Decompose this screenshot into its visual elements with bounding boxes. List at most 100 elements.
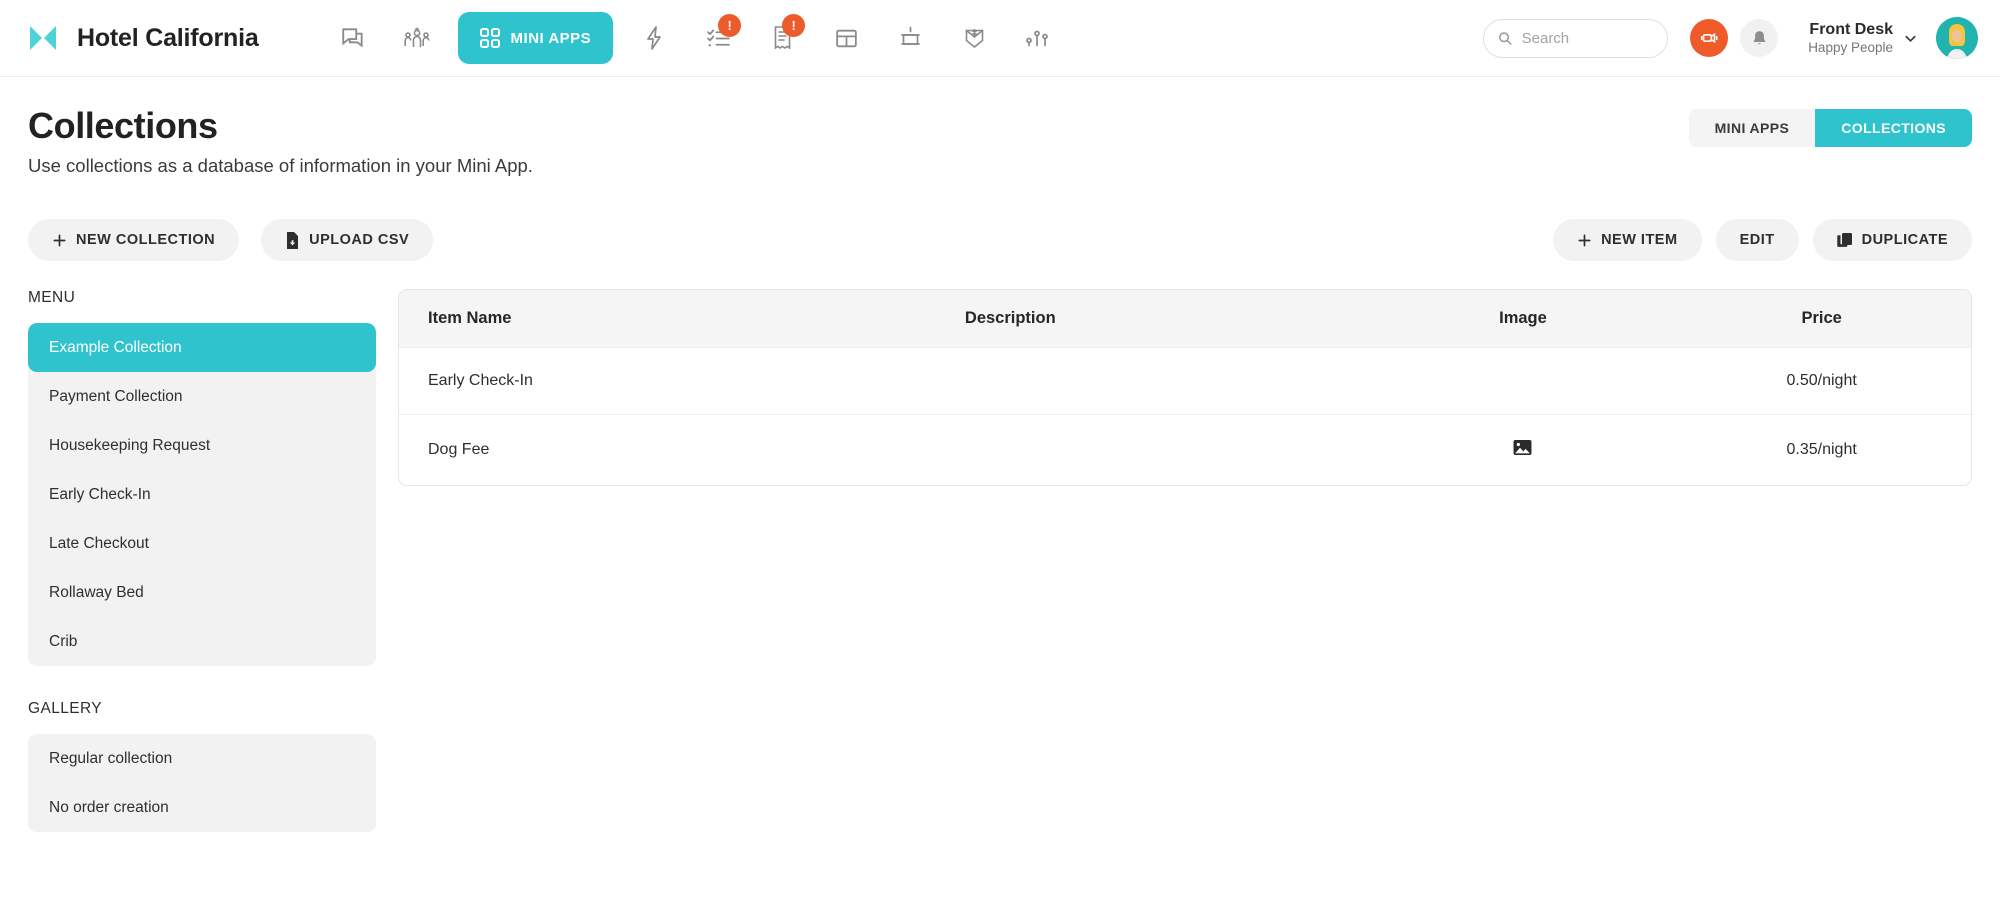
chat-icon [341, 28, 363, 48]
cell-item-name: Dog Fee [399, 414, 965, 486]
announcement-button[interactable] [1690, 19, 1729, 57]
mini-apps-label: MINI APPS [510, 29, 592, 47]
sidebar-item-early-check-in[interactable]: Early Check-In [28, 470, 376, 519]
view-toggle: MINI APPS COLLECTIONS [1688, 109, 1972, 147]
invoice-inbox-icon-button[interactable] [942, 12, 1006, 64]
right-action-group: NEW ITEM EDIT DUPLICATE [1553, 219, 1972, 262]
user-org: Happy People [1808, 39, 1893, 55]
bolt-icon-button[interactable] [622, 12, 686, 64]
cell-image [1373, 414, 1673, 486]
plus-icon [1578, 234, 1591, 247]
table-icon-button[interactable] [814, 12, 878, 64]
analytics-icon-button[interactable] [1006, 12, 1070, 64]
plus-icon [53, 234, 66, 247]
menu-collection-list: Example Collection Payment Collection Ho… [28, 323, 376, 667]
search-icon [1499, 31, 1512, 45]
table-icon [835, 29, 857, 47]
sidebar-item-regular-collection[interactable]: Regular collection [28, 734, 376, 783]
checklist-badge: ! [718, 14, 742, 37]
column-header-item-name[interactable]: Item Name [399, 290, 965, 348]
toggle-mini-apps[interactable]: MINI APPS [1689, 109, 1816, 147]
sidebar-item-housekeeping-request[interactable]: Housekeeping Request [28, 421, 376, 470]
cell-image [1373, 347, 1673, 415]
items-table: Item Name Description Image Price Early … [399, 290, 1971, 486]
bolt-icon [647, 26, 662, 50]
column-header-price[interactable]: Price [1672, 290, 1971, 348]
analytics-icon [1026, 30, 1048, 47]
search-box[interactable] [1483, 18, 1669, 58]
duplicate-label: DUPLICATE [1861, 232, 1948, 249]
new-item-label: NEW ITEM [1601, 232, 1678, 249]
file-upload-icon [287, 231, 299, 249]
top-navigation-bar: Hotel California MINI APPS ! ! Search Fr… [0, 0, 2000, 77]
avatar[interactable] [1936, 17, 1978, 59]
page-subtitle: Use collections as a database of informa… [28, 155, 533, 177]
mini-apps-button[interactable]: MINI APPS [457, 12, 614, 64]
gallery-collection-list: Regular collection No order creation [28, 734, 376, 833]
toggle-collections[interactable]: COLLECTIONS [1815, 109, 1972, 147]
action-toolbar: NEW COLLECTION UPLOAD CSV NEW ITEM EDIT … [0, 219, 2000, 262]
image-placeholder-icon[interactable] [1513, 439, 1532, 456]
sidebar-item-rollaway-bed[interactable]: Rollaway Bed [28, 568, 376, 617]
menu-section-label: MENU [28, 289, 76, 307]
megaphone-icon [1701, 32, 1718, 44]
cell-description [964, 347, 1374, 415]
sidebar-item-late-checkout[interactable]: Late Checkout [28, 519, 376, 568]
left-action-group: NEW COLLECTION UPLOAD CSV [28, 219, 434, 262]
table-row[interactable]: Early Check-In 0.50/night [399, 347, 1971, 415]
sidebar-item-example-collection[interactable]: Example Collection [28, 323, 376, 373]
edit-button[interactable]: EDIT [1715, 219, 1799, 262]
cell-item-name: Early Check-In [399, 347, 965, 415]
app-logo[interactable] [22, 17, 64, 59]
sidebar-item-payment-collection[interactable]: Payment Collection [28, 372, 376, 421]
table-header-row: Item Name Description Image Price [399, 290, 1971, 348]
table-row[interactable]: Dog Fee 0.35/night [399, 414, 1971, 486]
cell-price: 0.35/night [1672, 414, 1971, 486]
user-text: Front Desk Happy People [1808, 20, 1893, 55]
page-title: Collections [28, 105, 218, 146]
upload-csv-button[interactable]: UPLOAD CSV [261, 219, 434, 262]
invoice-inbox-icon [965, 28, 983, 49]
edit-label: EDIT [1739, 232, 1775, 249]
nav-icon-group: MINI APPS ! ! [321, 12, 1071, 64]
chat-icon-button[interactable] [321, 12, 385, 64]
upload-csv-label: UPLOAD CSV [309, 232, 410, 249]
receipt-icon-button[interactable]: ! [750, 12, 814, 64]
team-icon-button[interactable] [385, 12, 449, 64]
table-header: Item Name Description Image Price [399, 290, 1971, 348]
search-input[interactable] [1521, 29, 1654, 47]
bell-icon [1753, 30, 1765, 44]
gallery-section-label: GALLERY [28, 700, 103, 718]
chevron-down-icon [1905, 35, 1916, 42]
user-menu[interactable]: Front Desk Happy People [1808, 17, 1978, 59]
page-header: Collections Use collections as a databas… [0, 77, 2000, 177]
avatar-image [1936, 17, 1978, 59]
header-right-group: Front Desk Happy People [1483, 17, 1978, 59]
cart-icon [900, 26, 920, 45]
grid-icon [479, 28, 500, 48]
sidebar-item-crib[interactable]: Crib [28, 617, 376, 666]
table-body: Early Check-In 0.50/night Dog Fee 0.35/n… [399, 347, 1971, 486]
new-collection-button[interactable]: NEW COLLECTION [28, 219, 240, 262]
collections-sidebar: MENU Example Collection Payment Collecti… [28, 289, 376, 833]
team-icon [403, 27, 430, 47]
new-collection-label: NEW COLLECTION [76, 232, 216, 249]
new-item-button[interactable]: NEW ITEM [1553, 219, 1702, 262]
user-name: Front Desk [1809, 21, 1893, 39]
cell-price: 0.50/night [1672, 347, 1971, 415]
brand-title: Hotel California [77, 23, 259, 52]
main-content: MENU Example Collection Payment Collecti… [0, 261, 2000, 833]
notifications-button[interactable] [1740, 19, 1779, 57]
image-icon [1513, 440, 1532, 456]
collection-items-table: Item Name Description Image Price Early … [398, 289, 1972, 487]
bowtie-logo-icon [30, 26, 56, 50]
cart-icon-button[interactable] [878, 12, 942, 64]
duplicate-button[interactable]: DUPLICATE [1812, 219, 1972, 262]
sidebar-item-no-order-creation[interactable]: No order creation [28, 783, 376, 832]
copy-icon [1836, 233, 1852, 248]
checklist-icon-button[interactable]: ! [686, 12, 750, 64]
receipt-badge: ! [782, 14, 806, 37]
column-header-image[interactable]: Image [1374, 290, 1673, 348]
column-header-description[interactable]: Description [965, 290, 1374, 348]
cell-description [964, 414, 1374, 486]
